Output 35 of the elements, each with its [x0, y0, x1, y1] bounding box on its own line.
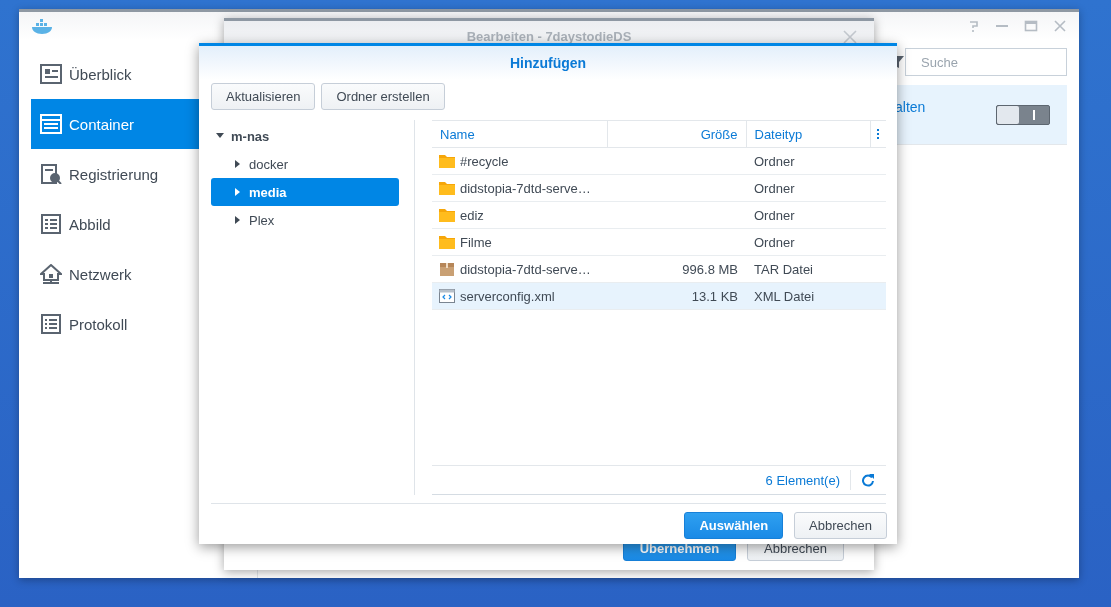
dialog-title: Hinzufügen: [509, 55, 587, 71]
window-title: Bearbeiten - 7daystodieDS: [466, 29, 632, 43]
file-row[interactable]: Filme Ordner: [432, 228, 886, 256]
file-name: serverconfig.xml: [460, 288, 555, 304]
file-type: Ordner: [754, 153, 795, 169]
create-folder-button[interactable]: Ordner erstellen: [321, 83, 445, 110]
column-header[interactable]: Größe: [607, 120, 746, 148]
item-count: 6 Element(e): [765, 470, 851, 490]
sidebar-item[interactable]: Protokoll: [31, 299, 223, 349]
refresh-button[interactable]: Aktualisieren: [211, 83, 316, 110]
file-row[interactable]: didstopia-7dtd-serve… Ordner: [432, 174, 886, 202]
column-header[interactable]: Dateityp: [746, 120, 870, 148]
file-size: 13.1 KB: [691, 288, 738, 304]
file-name: Filme: [460, 234, 492, 250]
file-type: Ordner: [754, 180, 795, 196]
file-name: ediz: [460, 207, 484, 223]
file-type: TAR Datei: [754, 261, 813, 277]
file-type: Ordner: [754, 207, 795, 223]
file-type: XML Datei: [754, 288, 815, 304]
sidebar-item[interactable]: Netzwerk: [31, 249, 223, 299]
column-header[interactable]: Name: [432, 120, 607, 148]
list-row[interactable]: alten: [895, 85, 1067, 145]
file-row[interactable]: didstopia-7dtd-serve… 996.8 MB TAR Datei: [432, 255, 886, 283]
file-row[interactable]: #recycle Ordner: [432, 147, 886, 175]
row-label: alten: [895, 99, 926, 115]
cancel-button[interactable]: Abbrechen: [794, 512, 887, 539]
file-row[interactable]: serverconfig.xml 13.1 KB XML Datei: [432, 282, 886, 310]
search-field[interactable]: Suche: [905, 48, 1067, 76]
file-size: 996.8 MB: [682, 261, 738, 277]
file-name: didstopia-7dtd-serve…: [460, 261, 591, 277]
tree-item[interactable]: media: [211, 178, 399, 206]
file-name: #recycle: [460, 153, 509, 169]
file-type: Ordner: [754, 234, 795, 250]
file-row[interactable]: ediz Ordner: [432, 201, 886, 229]
file-name: didstopia-7dtd-serve…: [460, 180, 591, 196]
